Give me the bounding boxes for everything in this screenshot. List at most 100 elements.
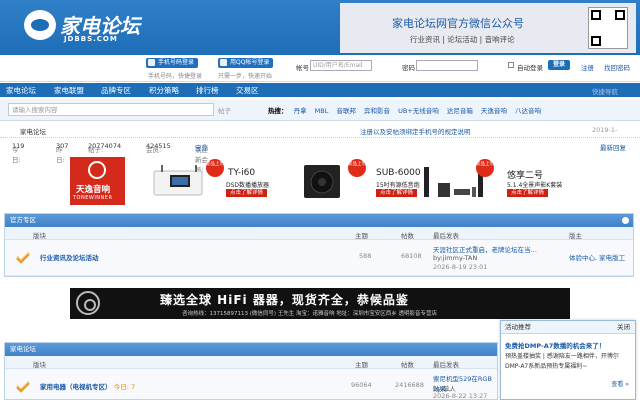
- latest-reply-link[interactable]: 最新回复: [600, 142, 626, 152]
- product-detail-button[interactable]: 点击了解详情: [376, 189, 418, 197]
- last-post-author[interactable]: by:jimmy-TAN: [433, 254, 477, 262]
- nav-item-brands[interactable]: 品牌专区: [101, 85, 131, 96]
- quick-nav-link[interactable]: 快捷导航: [592, 86, 618, 96]
- register-link[interactable]: 注册: [581, 62, 594, 72]
- tonewinner-mark-icon: [88, 161, 106, 179]
- hot-item[interactable]: MBL: [315, 107, 329, 115]
- qq-login-hint: 只需一步，快速开始: [218, 73, 273, 80]
- post-count: 2416688: [395, 381, 424, 389]
- new-badge: 新品上市: [206, 159, 224, 177]
- site-logo[interactable]: 家电论坛 JDBBS.COM: [24, 8, 144, 46]
- hifi-ad-banner[interactable]: 臻选全球 HiFi 器器，现货齐全，恭候品鉴 咨询热线：13715897113 …: [70, 288, 570, 319]
- today-label: 今日:: [12, 146, 21, 164]
- hot-item[interactable]: 丹拿: [294, 107, 307, 115]
- new-badge: 新品上市: [476, 159, 494, 177]
- ad-subtitle: 咨询热线：13715897113 (微信同号) 王先生 淘宝：诺雅音响 地址：深…: [182, 311, 438, 317]
- post-count: 68108: [401, 252, 422, 260]
- wechat-banner[interactable]: 家电论坛网官方微信公众号 行业资讯 | 论坛活动 | 音响评论: [340, 3, 636, 53]
- product-name: TY-i60: [228, 168, 256, 178]
- product-youxiang-2[interactable]: 新品上市 悠享二号 5.1.4全景声影K套装 点击了解详情: [420, 155, 600, 205]
- hot-label: 热搜：: [268, 107, 288, 115]
- product-name: SUB-6000: [376, 168, 421, 178]
- popup-more-link[interactable]: 查看 »: [611, 379, 629, 388]
- category-header: 官方专区: [5, 214, 633, 227]
- moderators[interactable]: 体验中心, 家电版工: [569, 252, 625, 262]
- category-title: 官方专区: [10, 216, 36, 224]
- nav-item-points[interactable]: 积分策略: [149, 85, 179, 96]
- category-header: 家电论坛: [5, 343, 497, 356]
- login-bar: 手机号码登录 手机号码，快捷登录 用QQ帐号登录 只需一步，快速开始 帐号 UI…: [0, 55, 640, 82]
- forum-name[interactable]: 家用电器（电视机专区） 今日: 7: [40, 381, 135, 391]
- forum-name-text: 家用电器（电视机专区）: [40, 383, 112, 391]
- hot-item[interactable]: UB+无线音响: [398, 107, 439, 115]
- popup-header: 活动推荐 关闭: [501, 321, 635, 334]
- last-post-time: 2026-8-22 13:27: [433, 392, 488, 400]
- account-label: 帐号: [296, 64, 309, 72]
- hot-item[interactable]: 音联邦: [336, 107, 356, 115]
- notice-link[interactable]: 注册以及安帖须绑定手机号的规定说明: [360, 126, 471, 136]
- search-input[interactable]: 请输入搜索内容: [8, 103, 214, 116]
- new-badge: 新品上市: [348, 159, 366, 177]
- nav-item-alliance[interactable]: 家电联盟: [54, 85, 84, 96]
- collapse-toggle-icon[interactable]: [622, 217, 629, 224]
- popup-body: 预热盖楼抽奖 | 感谢陪友一路相伴，开博尔DMP-A7系新品预热专属福利~: [505, 353, 619, 370]
- product-detail-button[interactable]: 点击了解详情: [507, 189, 549, 197]
- auto-login-checkbox[interactable]: [508, 62, 514, 68]
- column-headers: 版块 主题 帖数 最后发表 版主: [5, 227, 633, 240]
- last-post-title[interactable]: 天涯社区正式重启，老牌论坛在当…: [433, 244, 537, 254]
- hot-item[interactable]: 天逸音响: [481, 107, 507, 115]
- yesterday-label: 昨日:: [56, 146, 65, 164]
- forum-name[interactable]: 行业资讯及论坛活动: [40, 252, 99, 262]
- product-detail-button[interactable]: 点击了解详情: [226, 189, 268, 197]
- col-forum: 版块: [33, 361, 46, 369]
- wechat-title: 家电论坛网官方微信公众号: [392, 17, 524, 30]
- product-ad-strip[interactable]: 天逸音响 TONEWINNER 新品上市 TY-i60 DSD数播播放器 点击了…: [70, 155, 630, 208]
- col-forum: 版块: [33, 232, 46, 240]
- notice-date: 2019-1-: [592, 126, 618, 134]
- product-sub-6000[interactable]: 新品上市 SUB-6000 15吋有源低音炮 点击了解详情: [296, 155, 436, 205]
- col-topics: 主题: [355, 232, 368, 240]
- topic-count: 588: [359, 252, 372, 260]
- password-input[interactable]: [416, 60, 478, 71]
- hot-item[interactable]: 达尼音箱: [447, 107, 473, 115]
- category-appliances: 家电论坛 版块 主题 帖数 最后发表 家用电器（电视机专区） 今日: 7 960…: [4, 342, 498, 400]
- col-moderator: 版主: [569, 232, 582, 240]
- login-button[interactable]: 登录: [548, 60, 571, 70]
- forum-row: 家用电器（电视机专区） 今日: 7 96064 2416688 索尼机型529在…: [5, 369, 497, 400]
- nuoya-logo-icon: [76, 291, 100, 315]
- product-ty-i60[interactable]: 新品上市 TY-i60 DSD数播播放器 点击了解详情: [152, 155, 292, 205]
- hot-item[interactable]: 弈和影音: [364, 107, 390, 115]
- streamer-image: [152, 163, 207, 199]
- wechat-subtitle: 行业资讯 | 论坛活动 | 音响评论: [410, 35, 515, 44]
- nav-item-home[interactable]: 家电论坛: [6, 85, 36, 96]
- search-type-select[interactable]: 帖子: [218, 105, 231, 115]
- product-desc: 5.1.4全景声影K套装: [507, 182, 563, 189]
- tonewinner-logo[interactable]: 天逸音响 TONEWINNER: [70, 157, 125, 205]
- nav-item-ranking[interactable]: 排行榜: [196, 85, 219, 96]
- nav-item-trade[interactable]: 交易区: [236, 85, 259, 96]
- mobile-login-button[interactable]: 手机号码登录: [146, 58, 199, 68]
- col-last-post: 最后发表: [433, 232, 459, 240]
- forgot-password-link[interactable]: 找回密码: [604, 62, 630, 72]
- topic-count: 96064: [351, 381, 372, 389]
- auto-login-label: 自动登录: [517, 64, 543, 72]
- breadcrumb-home[interactable]: 家电论坛: [20, 126, 46, 136]
- logo-domain: JDBBS.COM: [64, 35, 118, 43]
- ad-title: 臻选全球 HiFi 器器，现货齐全，恭候品鉴: [160, 293, 409, 307]
- qq-login-button[interactable]: 用QQ帐号登录: [218, 58, 274, 68]
- forum-check-icon: [16, 252, 30, 264]
- members-label: 会员:: [146, 146, 162, 154]
- category-official: 官方专区 版块 主题 帖数 最后发表 版主 行业资讯及论坛活动 588 6810…: [4, 213, 634, 277]
- search-bar: 请输入搜索内容 帖子 热搜： 丹拿 MBL 音联邦 弈和影音 UB+无线音响 达…: [0, 99, 640, 121]
- main-nav: 家电论坛 家电联盟 品牌专区 积分策略 排行榜 交易区 快捷导航: [0, 83, 640, 97]
- today-posts: 今日: 7: [113, 383, 136, 391]
- password-label: 密码: [402, 64, 415, 72]
- hot-item[interactable]: 八达音响: [515, 107, 541, 115]
- account-input[interactable]: UID/用户名/Email: [310, 60, 372, 71]
- popup-close-button[interactable]: 关闭: [617, 321, 630, 334]
- logo-mark-icon: [24, 10, 56, 40]
- product-desc: 15吋有源低音炮: [376, 182, 420, 189]
- promo-popup: 活动推荐 关闭 免费抢DMP-A7数播的机会来了！ 预热盖楼抽奖 | 感谢陪友一…: [500, 320, 636, 400]
- popup-headline[interactable]: 免费抢DMP-A7数播的机会来了！: [505, 340, 605, 350]
- hot-searches: 热搜： 丹拿 MBL 音联邦 弈和影音 UB+无线音响 达尼音箱 天逸音响 八达…: [268, 105, 547, 115]
